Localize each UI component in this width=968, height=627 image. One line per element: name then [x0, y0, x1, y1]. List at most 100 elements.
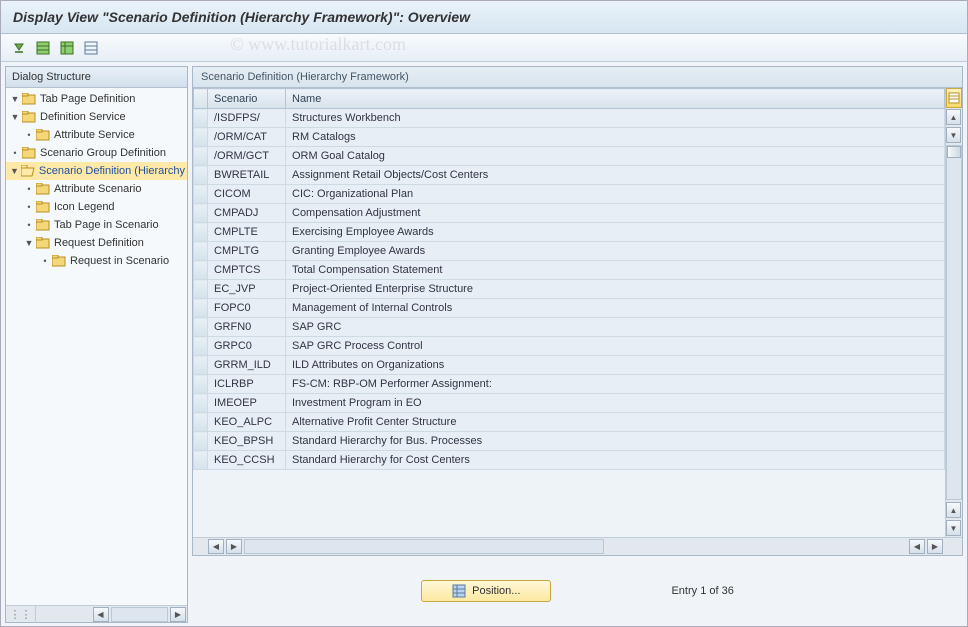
row-selector[interactable] — [194, 413, 208, 432]
tree-h-track[interactable] — [111, 607, 169, 622]
cell-scenario[interactable]: KEO_CCSH — [208, 451, 286, 470]
table-row[interactable]: FOPC0Management of Internal Controls — [194, 299, 945, 318]
tree-expander-icon[interactable]: • — [10, 148, 20, 158]
row-selector[interactable] — [194, 318, 208, 337]
row-selector[interactable] — [194, 375, 208, 394]
cell-scenario[interactable]: CMPADJ — [208, 204, 286, 223]
cell-scenario[interactable]: CMPLTE — [208, 223, 286, 242]
row-selector[interactable] — [194, 356, 208, 375]
settings-column-icon[interactable] — [946, 88, 962, 108]
cell-scenario[interactable]: ICLRBP — [208, 375, 286, 394]
cell-name[interactable]: Assignment Retail Objects/Cost Centers — [286, 166, 945, 185]
cell-scenario[interactable]: /ORM/CAT — [208, 128, 286, 147]
row-selector[interactable] — [194, 185, 208, 204]
tree-resize-handle-icon[interactable]: ⋮⋮ — [6, 606, 36, 623]
position-button[interactable]: Position... — [421, 580, 551, 602]
tree-item[interactable]: •Icon Legend — [6, 198, 187, 216]
cell-name[interactable]: Management of Internal Controls — [286, 299, 945, 318]
tree-expander-icon[interactable]: ▼ — [24, 238, 34, 248]
row-selector[interactable] — [194, 109, 208, 128]
table-row[interactable]: GRPC0SAP GRC Process Control — [194, 337, 945, 356]
cell-name[interactable]: Granting Employee Awards — [286, 242, 945, 261]
tree-item[interactable]: ▼Request Definition — [6, 234, 187, 252]
table-row[interactable]: GRRM_ILDILD Attributes on Organizations — [194, 356, 945, 375]
tree-item[interactable]: •Attribute Service — [6, 126, 187, 144]
cell-name[interactable]: Investment Program in EO — [286, 394, 945, 413]
cell-name[interactable]: RM Catalogs — [286, 128, 945, 147]
row-selector[interactable] — [194, 451, 208, 470]
toolbar-expand-icon[interactable] — [9, 38, 29, 58]
tree-expander-icon[interactable]: ▼ — [10, 94, 20, 104]
cell-name[interactable]: Exercising Employee Awards — [286, 223, 945, 242]
h-track[interactable] — [244, 539, 604, 554]
table-row[interactable]: EC_JVPProject-Oriented Enterprise Struct… — [194, 280, 945, 299]
tree-expander-icon[interactable]: • — [24, 220, 34, 230]
row-selector[interactable] — [194, 299, 208, 318]
cell-scenario[interactable]: GRFN0 — [208, 318, 286, 337]
tree-item[interactable]: •Tab Page in Scenario — [6, 216, 187, 234]
cell-name[interactable]: SAP GRC Process Control — [286, 337, 945, 356]
row-selector[interactable] — [194, 147, 208, 166]
scroll-right-icon[interactable]: ▶ — [170, 607, 186, 622]
table-row[interactable]: CMPTCSTotal Compensation Statement — [194, 261, 945, 280]
cell-name[interactable]: Structures Workbench — [286, 109, 945, 128]
tree-expander-icon[interactable]: ▼ — [10, 166, 19, 176]
cell-name[interactable]: Project-Oriented Enterprise Structure — [286, 280, 945, 299]
row-selector[interactable] — [194, 432, 208, 451]
table-row[interactable]: CMPADJCompensation Adjustment — [194, 204, 945, 223]
cell-scenario[interactable]: GRPC0 — [208, 337, 286, 356]
cell-scenario[interactable]: CMPLTG — [208, 242, 286, 261]
cell-scenario[interactable]: KEO_ALPC — [208, 413, 286, 432]
scroll-up-icon[interactable]: ▲ — [946, 109, 961, 125]
tree-expander-icon[interactable]: • — [24, 130, 34, 140]
row-selector[interactable] — [194, 128, 208, 147]
v-track[interactable] — [946, 145, 962, 500]
scenario-table[interactable]: Scenario Name /ISDFPS/Structures Workben… — [193, 88, 945, 470]
tree-item[interactable]: ▼Scenario Definition (Hierarchy Framewor… — [6, 162, 187, 180]
h-right1-icon[interactable]: ▶ — [226, 539, 242, 554]
row-selector[interactable] — [194, 166, 208, 185]
table-row[interactable]: IMEOEPInvestment Program in EO — [194, 394, 945, 413]
cell-name[interactable]: ORM Goal Catalog — [286, 147, 945, 166]
cell-name[interactable]: Standard Hierarchy for Cost Centers — [286, 451, 945, 470]
cell-scenario[interactable]: CICOM — [208, 185, 286, 204]
cell-name[interactable]: CIC: Organizational Plan — [286, 185, 945, 204]
toolbar-table1-icon[interactable] — [33, 38, 53, 58]
table-row[interactable]: /ORM/GCTORM Goal Catalog — [194, 147, 945, 166]
row-selector[interactable] — [194, 337, 208, 356]
cell-name[interactable]: Total Compensation Statement — [286, 261, 945, 280]
toolbar-table3-icon[interactable] — [81, 38, 101, 58]
row-selector[interactable] — [194, 242, 208, 261]
table-row[interactable]: CMPLTGGranting Employee Awards — [194, 242, 945, 261]
cell-name[interactable]: Alternative Profit Center Structure — [286, 413, 945, 432]
cell-scenario[interactable]: KEO_BPSH — [208, 432, 286, 451]
cell-scenario[interactable]: EC_JVP — [208, 280, 286, 299]
row-selector[interactable] — [194, 394, 208, 413]
cell-scenario[interactable]: /ORM/GCT — [208, 147, 286, 166]
table-row[interactable]: /ORM/CATRM Catalogs — [194, 128, 945, 147]
tree-item[interactable]: ▼Tab Page Definition — [6, 90, 187, 108]
tree-item[interactable]: •Scenario Group Definition — [6, 144, 187, 162]
table-row[interactable]: KEO_BPSHStandard Hierarchy for Bus. Proc… — [194, 432, 945, 451]
scroll-up2-icon[interactable]: ▲ — [946, 502, 961, 518]
cell-name[interactable]: Compensation Adjustment — [286, 204, 945, 223]
table-row[interactable]: CICOMCIC: Organizational Plan — [194, 185, 945, 204]
cell-name[interactable]: FS-CM: RBP-OM Performer Assignment: — [286, 375, 945, 394]
cell-name[interactable]: SAP GRC — [286, 318, 945, 337]
row-selector[interactable] — [194, 261, 208, 280]
tree-item[interactable]: •Request in Scenario — [6, 252, 187, 270]
row-selector-header[interactable] — [194, 89, 208, 109]
tree-body[interactable]: ▼Tab Page Definition▼Definition Service•… — [6, 88, 187, 605]
table-horizontal-scrollbar[interactable]: ◀ ▶ ◀ ▶ — [193, 537, 962, 555]
tree-item[interactable]: •Attribute Scenario — [6, 180, 187, 198]
cell-scenario[interactable]: CMPTCS — [208, 261, 286, 280]
scroll-down2-icon[interactable]: ▼ — [946, 520, 961, 536]
cell-scenario[interactable]: /ISDFPS/ — [208, 109, 286, 128]
h-left1-icon[interactable]: ◀ — [208, 539, 224, 554]
v-thumb[interactable] — [947, 146, 961, 158]
table-row[interactable]: CMPLTEExercising Employee Awards — [194, 223, 945, 242]
row-selector[interactable] — [194, 280, 208, 299]
cell-name[interactable]: ILD Attributes on Organizations — [286, 356, 945, 375]
table-row[interactable]: ICLRBPFS-CM: RBP-OM Performer Assignment… — [194, 375, 945, 394]
table-row[interactable]: GRFN0SAP GRC — [194, 318, 945, 337]
